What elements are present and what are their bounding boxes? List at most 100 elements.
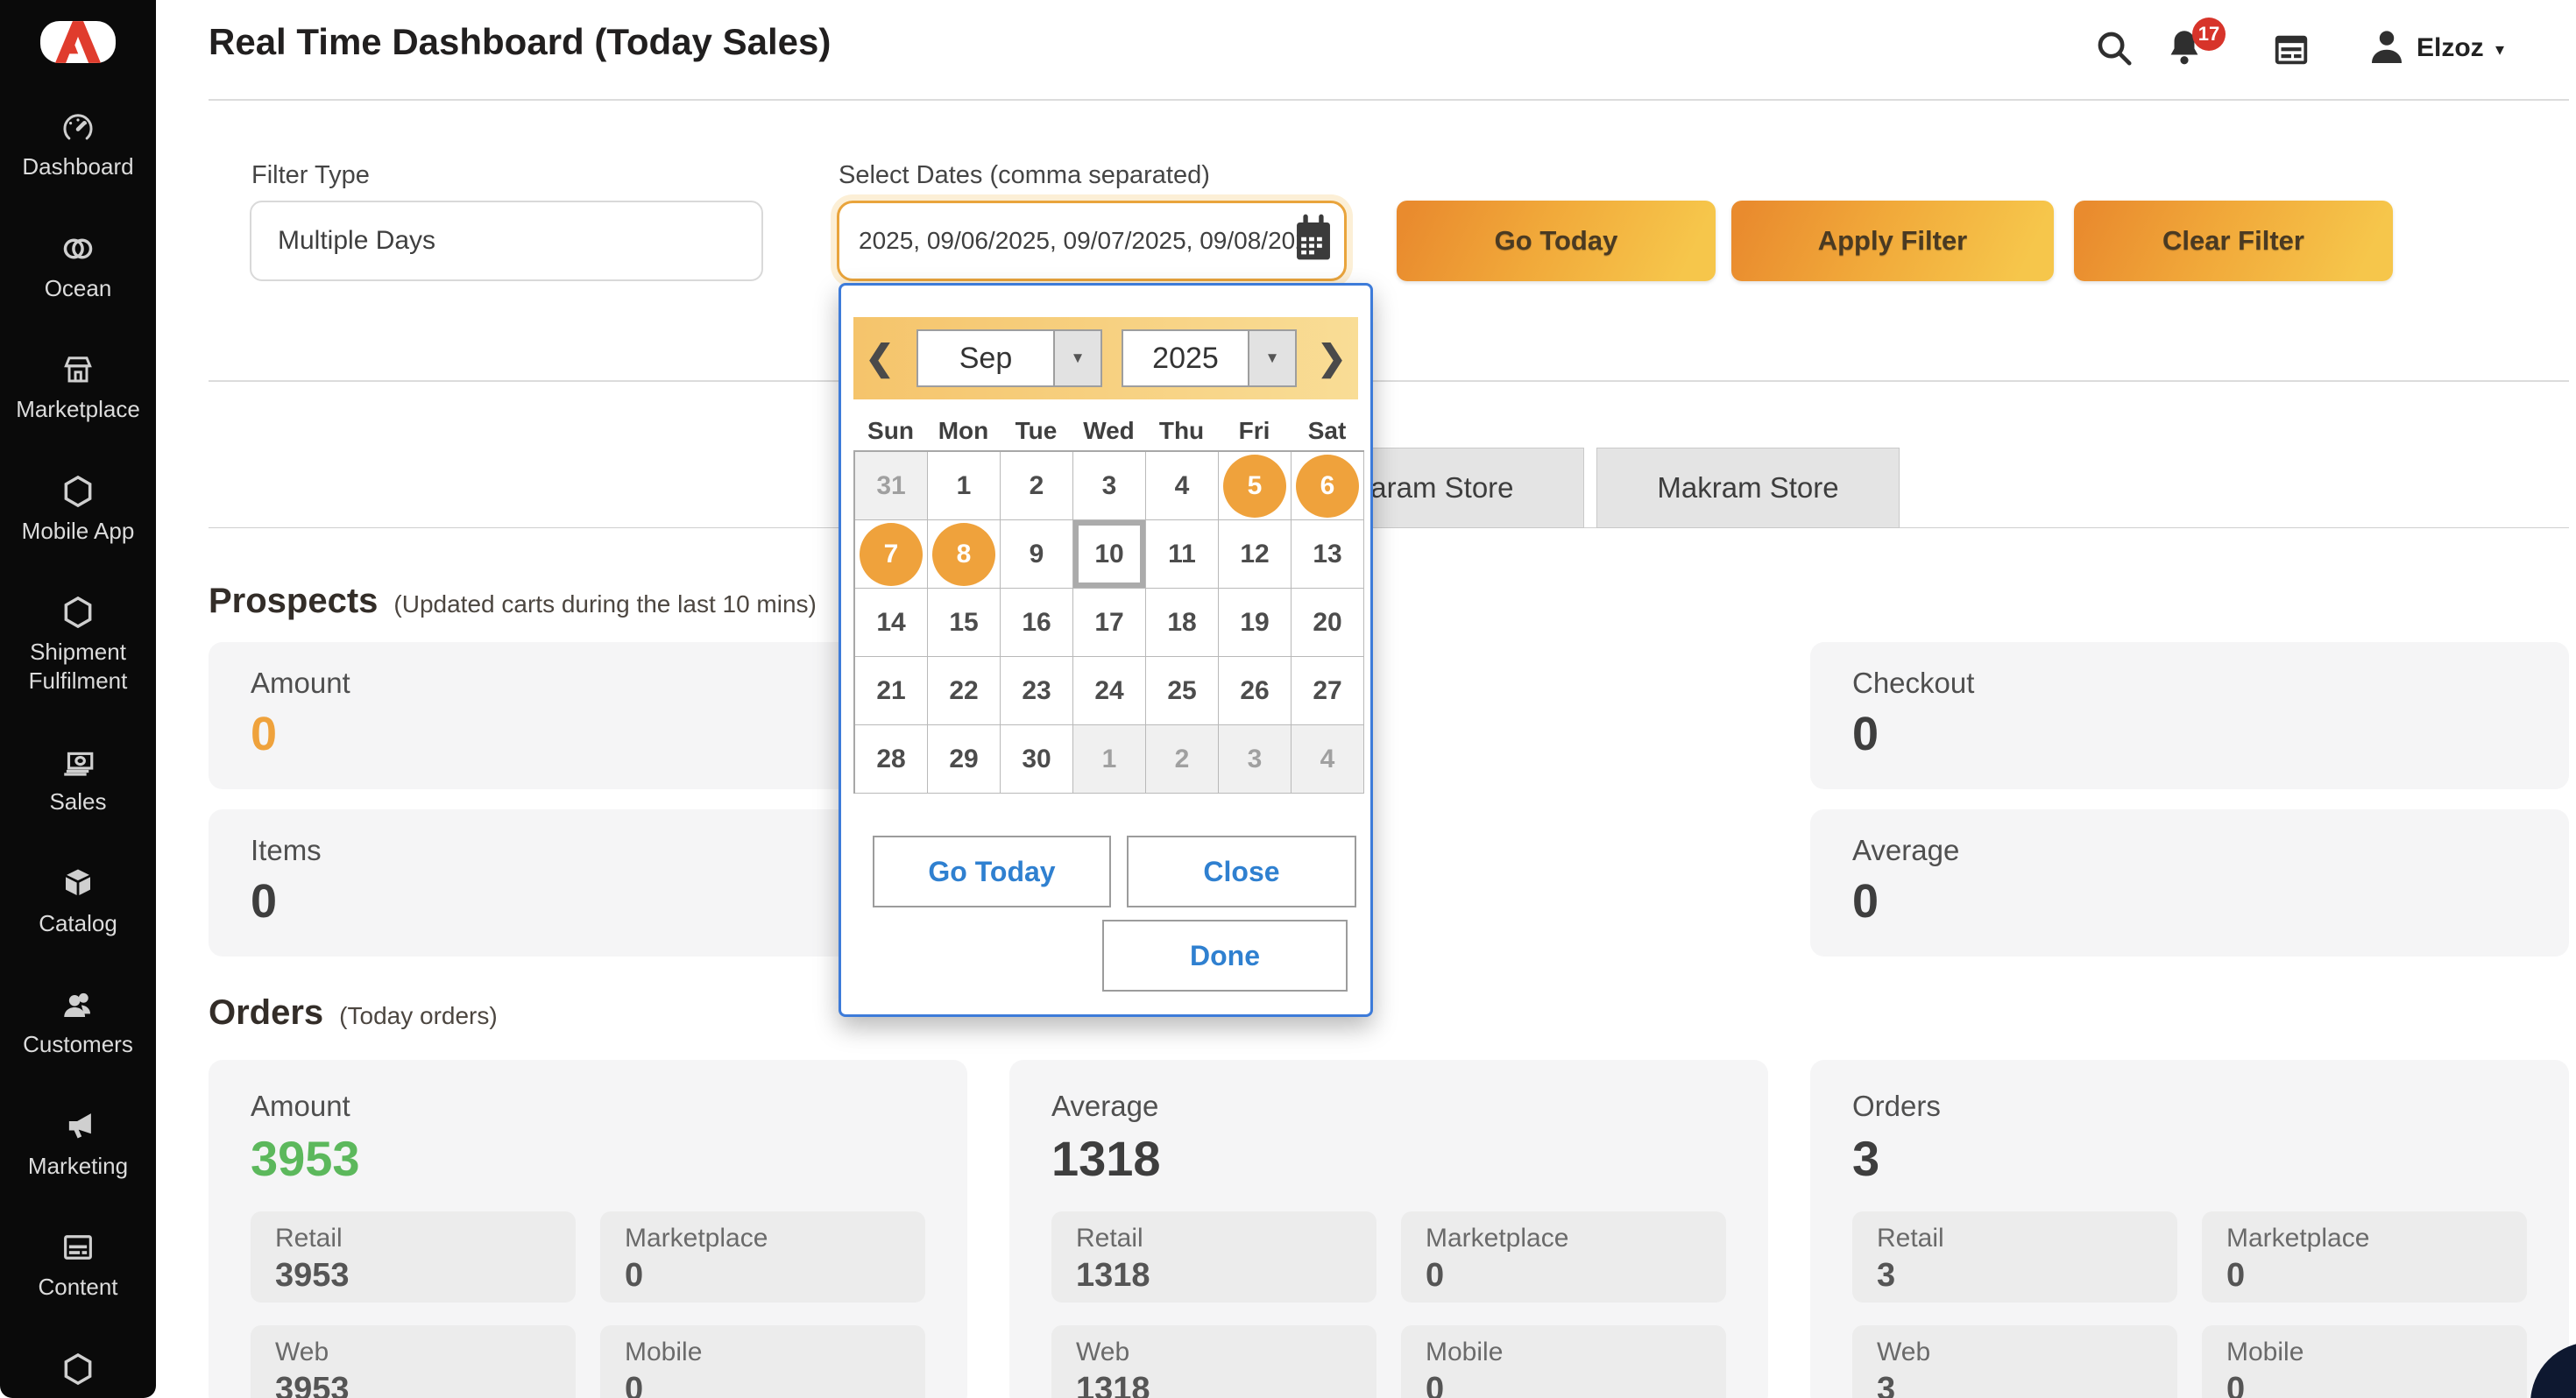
user-name[interactable]: Elzoz bbox=[2417, 33, 2484, 63]
calendar-day-19[interactable]: 19 bbox=[1219, 589, 1292, 657]
search-icon[interactable] bbox=[2094, 28, 2134, 68]
go-today-button[interactable]: Go Today bbox=[1397, 201, 1716, 281]
user-menu-caret-icon[interactable]: ▾ bbox=[2495, 39, 2504, 60]
breakdown-value: 0 bbox=[625, 1371, 644, 1398]
content-panel-icon[interactable] bbox=[2271, 30, 2311, 70]
breakdown-label: Retail bbox=[1076, 1224, 1143, 1253]
sidebar-item-marketing[interactable]: Marketing bbox=[4, 1108, 152, 1181]
calendar-day-25[interactable]: 25 bbox=[1146, 657, 1219, 725]
calendar-day-4-muted[interactable]: 4 bbox=[1292, 725, 1364, 794]
sidebar-item-content[interactable]: Content bbox=[4, 1229, 152, 1302]
calendar-day-6[interactable]: 6 bbox=[1292, 452, 1364, 520]
prospect-card-average: Average 0 bbox=[1810, 809, 2569, 957]
browser-icon bbox=[60, 1229, 96, 1266]
sidebar-item-label: SMS Integration bbox=[4, 1394, 152, 1398]
calendar-day-17[interactable]: 17 bbox=[1073, 589, 1146, 657]
selected-day: 6 bbox=[1296, 454, 1359, 518]
breakdown-value: 3953 bbox=[275, 1371, 350, 1398]
calendar-day-3[interactable]: 3 bbox=[1073, 452, 1146, 520]
calendar-day-20[interactable]: 20 bbox=[1292, 589, 1364, 657]
month-select[interactable]: Sep ▼ bbox=[916, 329, 1102, 387]
calendar-day-10[interactable]: 10 bbox=[1073, 520, 1146, 589]
calendar-day-9[interactable]: 9 bbox=[1001, 520, 1073, 589]
prev-month-icon[interactable]: ❮ bbox=[853, 338, 906, 378]
sidebar-item-label: Marketplace bbox=[16, 396, 140, 422]
card-label: Orders bbox=[1852, 1090, 1941, 1122]
calendar-day-27[interactable]: 27 bbox=[1292, 657, 1364, 725]
notification-badge[interactable]: 17 bbox=[2192, 18, 2226, 51]
calendar-day-23[interactable]: 23 bbox=[1001, 657, 1073, 725]
weekday-label: Fri bbox=[1238, 417, 1270, 444]
calendar-day-11[interactable]: 11 bbox=[1146, 520, 1219, 589]
sidebar-item-customers[interactable]: Customers bbox=[4, 986, 152, 1059]
filter-type-label: Filter Type bbox=[251, 161, 370, 189]
calendar-go-today-button[interactable]: Go Today bbox=[873, 836, 1111, 907]
sidebar-item-label: Content bbox=[38, 1274, 118, 1300]
sidebar-item-dashboard[interactable]: Dashboard bbox=[4, 109, 152, 181]
app-logo[interactable] bbox=[40, 21, 116, 63]
sidebar-item-label: Sales bbox=[49, 788, 107, 815]
sidebar-item-mobile-app[interactable]: Mobile App bbox=[4, 473, 152, 546]
month-value: Sep bbox=[959, 341, 1013, 375]
card-label: Items bbox=[251, 834, 322, 866]
breakdown-value: 3953 bbox=[275, 1257, 350, 1294]
user-avatar-icon[interactable] bbox=[2366, 26, 2408, 68]
calendar-day-7[interactable]: 7 bbox=[855, 520, 928, 589]
rings-icon bbox=[60, 230, 96, 267]
calendar-day-1-muted[interactable]: 1 bbox=[1073, 725, 1146, 794]
breakdown-label: Web bbox=[1076, 1338, 1130, 1366]
orders-cards-row: Amount 3953 Retail 3953 Marketplace 0 Web 3953 M… bbox=[209, 1060, 2569, 1398]
sidebar-item-ocean[interactable]: Ocean bbox=[4, 230, 152, 303]
section-divider bbox=[209, 380, 2569, 382]
calendar-day-30[interactable]: 30 bbox=[1001, 725, 1073, 794]
calendar-day-22[interactable]: 22 bbox=[928, 657, 1001, 725]
breakdown-label: Mobile bbox=[2226, 1338, 2304, 1366]
breakdown-label: Web bbox=[275, 1338, 329, 1366]
card-value: 0 bbox=[1852, 875, 1879, 928]
calendar-day-12[interactable]: 12 bbox=[1219, 520, 1292, 589]
sidebar-item-catalog[interactable]: Catalog bbox=[4, 865, 152, 938]
brand-a-icon bbox=[55, 21, 101, 63]
calendar-done-button[interactable]: Done bbox=[1102, 920, 1348, 992]
calendar-day-29[interactable]: 29 bbox=[928, 725, 1001, 794]
calendar-day-13[interactable]: 13 bbox=[1292, 520, 1364, 589]
cube-icon bbox=[60, 865, 96, 902]
calendar-day-18[interactable]: 18 bbox=[1146, 589, 1219, 657]
calendar-close-button[interactable]: Close bbox=[1127, 836, 1356, 907]
filter-type-select[interactable]: Multiple Days bbox=[250, 201, 763, 281]
next-month-icon[interactable]: ❯ bbox=[1306, 338, 1358, 378]
calendar-day-15[interactable]: 15 bbox=[928, 589, 1001, 657]
calendar-day-1[interactable]: 1 bbox=[928, 452, 1001, 520]
weekday-label: Sun bbox=[867, 417, 914, 444]
breakdown-marketplace: Marketplace 0 bbox=[1401, 1211, 1726, 1303]
calendar-day-14[interactable]: 14 bbox=[855, 589, 928, 657]
calendar-icon[interactable] bbox=[1290, 214, 1337, 265]
calendar-day-28[interactable]: 28 bbox=[855, 725, 928, 794]
calendar-day-31-muted[interactable]: 31 bbox=[855, 452, 928, 520]
calendar-day-21[interactable]: 21 bbox=[855, 657, 928, 725]
calendar-day-5[interactable]: 5 bbox=[1219, 452, 1292, 520]
calendar-day-26[interactable]: 26 bbox=[1219, 657, 1292, 725]
sidebar-item-sales[interactable]: Sales bbox=[4, 744, 152, 816]
calendar-day-3-muted[interactable]: 3 bbox=[1219, 725, 1292, 794]
calendar-day-2-muted[interactable]: 2 bbox=[1146, 725, 1219, 794]
calendar-day-2[interactable]: 2 bbox=[1001, 452, 1073, 520]
weekday-header-row: Sun Mon Tue Wed Thu Fri Sat bbox=[854, 417, 1363, 445]
sidebar-nav: Dashboard Ocean Marketplace Mobile App Shipm… bbox=[0, 109, 156, 1398]
breakdown-mobile: Mobile 0 bbox=[600, 1325, 925, 1398]
breakdown-label: Retail bbox=[1877, 1224, 1944, 1253]
year-select[interactable]: 2025 ▼ bbox=[1122, 329, 1297, 387]
calendar-day-24[interactable]: 24 bbox=[1073, 657, 1146, 725]
sidebar-item-marketplace[interactable]: Marketplace bbox=[4, 351, 152, 424]
hexagon-icon bbox=[60, 1351, 96, 1387]
calendar-day-4[interactable]: 4 bbox=[1146, 452, 1219, 520]
card-label: Amount bbox=[251, 667, 350, 699]
apply-filter-button[interactable]: Apply Filter bbox=[1731, 201, 2054, 281]
calendar-day-8[interactable]: 8 bbox=[928, 520, 1001, 589]
dates-input[interactable]: 2025, 09/06/2025, 09/07/2025, 09/08/2025 bbox=[837, 201, 1347, 281]
clear-filter-button[interactable]: Clear Filter bbox=[2074, 201, 2393, 281]
tab-makram-store[interactable]: Makram Store bbox=[1596, 448, 1900, 528]
calendar-day-16[interactable]: 16 bbox=[1001, 589, 1073, 657]
sidebar-item-sms-integration[interactable]: SMS Integration bbox=[4, 1351, 152, 1398]
sidebar-item-shipment-fulfilment[interactable]: Shipment Fulfilment bbox=[4, 594, 152, 695]
